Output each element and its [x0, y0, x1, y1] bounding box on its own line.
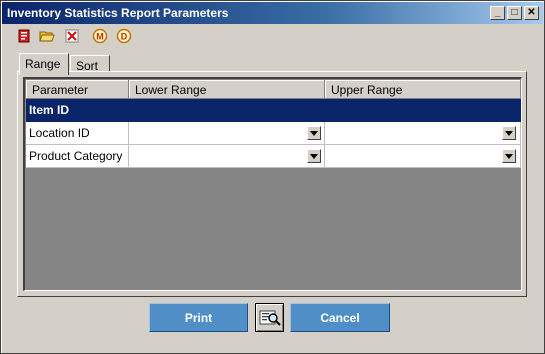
column-header-parameter[interactable]: Parameter — [26, 80, 129, 99]
close-button[interactable]: ✕ — [524, 6, 539, 20]
row-product-category-parameter[interactable]: Product Category — [26, 145, 129, 168]
row-location-id-lower[interactable] — [129, 122, 325, 145]
maximize-button[interactable]: □ — [507, 6, 522, 20]
cancel-button[interactable]: Cancel — [290, 303, 390, 332]
row-item-id-parameter[interactable]: Item ID — [26, 99, 129, 122]
m-circle-label: M — [96, 31, 104, 41]
title-bar[interactable]: Inventory Statistics Report Parameters _… — [2, 2, 543, 24]
toolbar: M D — [15, 27, 215, 45]
m-circle-icon[interactable]: M — [91, 27, 109, 44]
row-product-category-upper[interactable] — [325, 145, 521, 168]
row-item-id-upper[interactable] — [325, 99, 521, 122]
grid-body: Parameter Lower Range Upper Range Item I… — [26, 80, 521, 290]
chevron-down-icon[interactable] — [502, 126, 516, 140]
window-title: Inventory Statistics Report Parameters — [7, 6, 229, 20]
d-circle-label: D — [121, 31, 128, 41]
tab-range[interactable]: Range — [19, 53, 69, 75]
row-location-id-upper[interactable] — [325, 122, 521, 145]
dialog-window: Inventory Statistics Report Parameters _… — [0, 0, 545, 354]
column-header-lower-range[interactable]: Lower Range — [129, 80, 325, 99]
open-folder-icon[interactable] — [38, 27, 56, 44]
print-preview-icon — [259, 310, 281, 326]
chevron-down-icon[interactable] — [502, 149, 516, 163]
row-item-id-lower[interactable] — [129, 99, 325, 122]
report-icon[interactable] — [15, 27, 33, 44]
minimize-button[interactable]: _ — [490, 6, 505, 20]
d-circle-icon[interactable]: D — [115, 27, 133, 44]
print-preview-button[interactable] — [255, 303, 284, 332]
chevron-down-icon[interactable] — [307, 149, 321, 163]
row-product-category-lower[interactable] — [129, 145, 325, 168]
print-button[interactable]: Print — [149, 303, 248, 332]
column-header-upper-range[interactable]: Upper Range — [325, 80, 521, 99]
chevron-down-icon[interactable] — [307, 126, 321, 140]
delete-icon[interactable] — [63, 27, 81, 44]
parameter-grid: Parameter Lower Range Upper Range Item I… — [23, 77, 522, 291]
row-location-id-parameter[interactable]: Location ID — [26, 122, 129, 145]
